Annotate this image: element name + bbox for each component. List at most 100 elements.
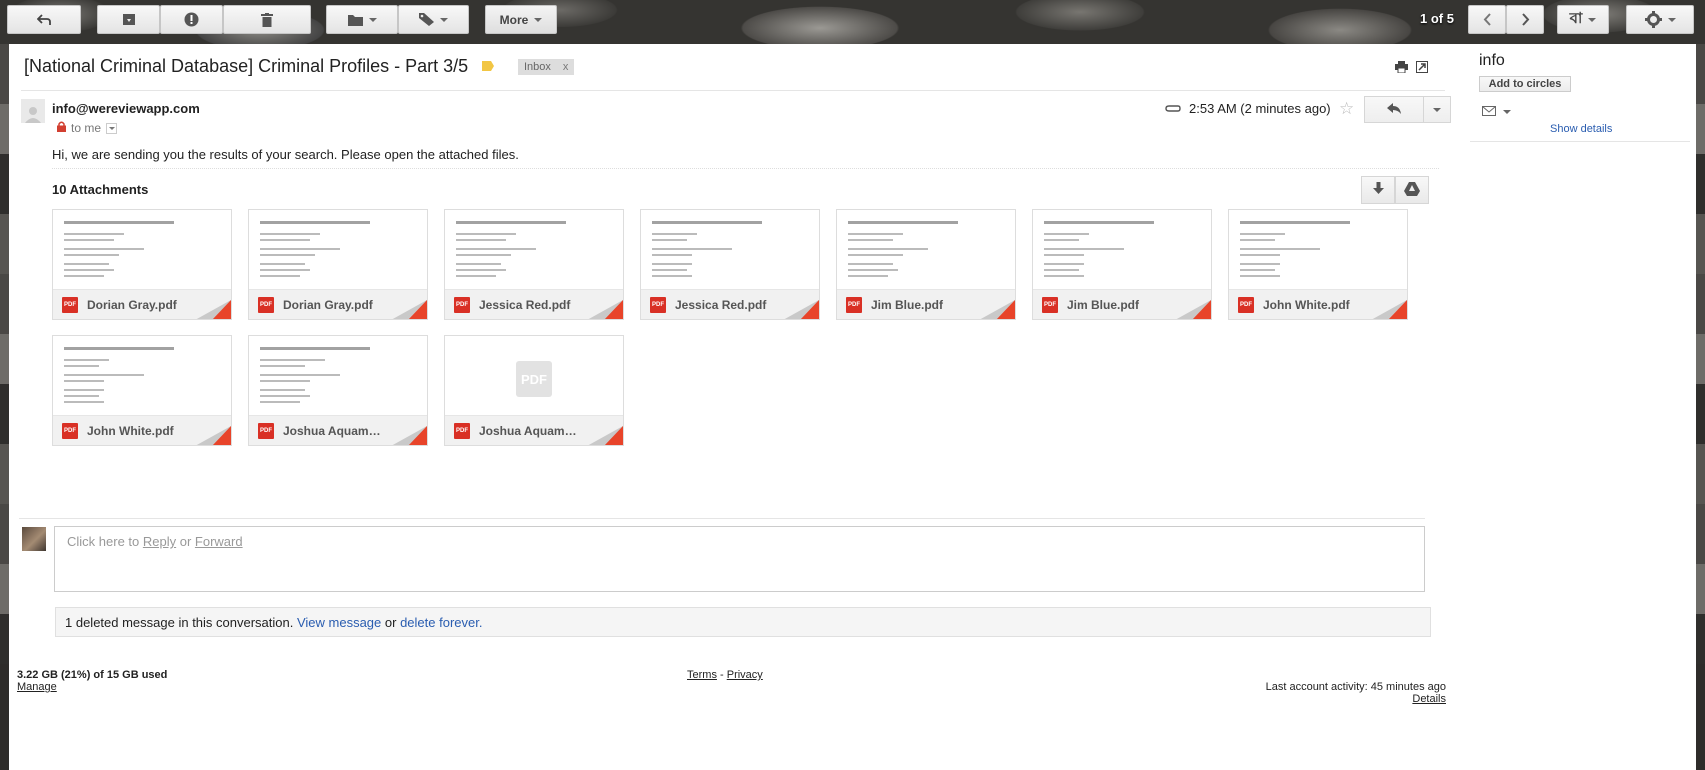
terms-link[interactable]: Terms — [687, 669, 717, 681]
activity-details-link[interactable]: Details — [1256, 693, 1446, 705]
attachment-preview — [249, 336, 427, 415]
attachment-name: Joshua Aquamar... — [283, 424, 387, 438]
sidebar-divider — [1470, 141, 1690, 142]
attachment-preview — [1033, 210, 1211, 289]
reply-options-button[interactable] — [1424, 96, 1451, 123]
attachment-preview — [1229, 210, 1407, 289]
pdf-icon: PDF — [62, 423, 78, 439]
attachment-preview — [53, 210, 231, 289]
footer-links: Terms - Privacy — [687, 669, 763, 681]
add-to-circles-button[interactable]: Add to circles — [1479, 76, 1571, 92]
gear-icon — [1644, 11, 1662, 28]
attachment-name: Dorian Gray.pdf — [87, 298, 177, 312]
attachment-card[interactable]: PDF Jim Blue.pdf — [1032, 209, 1212, 320]
label-chip-text: Inbox — [524, 61, 551, 73]
report-spam-button[interactable] — [160, 5, 223, 34]
pdf-icon: PDF — [1042, 297, 1058, 313]
sender-email[interactable]: info@wereviewapp.com — [52, 101, 200, 116]
pdf-icon: PDF — [846, 297, 862, 313]
reply-box[interactable]: Click here to Reply or Forward — [54, 526, 1425, 592]
attachment-card[interactable]: PDF Dorian Gray.pdf — [52, 209, 232, 320]
pdf-file-icon: PDF — [516, 361, 552, 397]
show-details-dropdown[interactable] — [106, 122, 118, 134]
input-tools-label: বা — [1569, 10, 1583, 27]
reply-button[interactable] — [1364, 96, 1424, 123]
reply-button-group — [1364, 96, 1451, 123]
forward-link[interactable]: Forward — [195, 534, 243, 549]
lock-icon — [57, 121, 66, 135]
conversation-panel: [National Criminal Database] Criminal Pr… — [9, 44, 1696, 770]
new-window-icon[interactable] — [1416, 61, 1428, 76]
pdf-icon: PDF — [454, 423, 470, 439]
recipient-text: to me — [71, 121, 102, 135]
attachment-card[interactable]: PDF John White.pdf — [1228, 209, 1408, 320]
attachment-preview — [445, 210, 623, 289]
attachment-card[interactable]: PDF John White.pdf — [52, 335, 232, 446]
manage-storage-link[interactable]: Manage — [17, 681, 57, 693]
view-message-link[interactable]: View message — [297, 615, 381, 630]
more-button[interactable]: More — [485, 5, 557, 34]
folder-icon — [347, 14, 363, 26]
remove-label-button[interactable]: x — [563, 61, 569, 73]
reply-arrow-icon — [1387, 102, 1401, 117]
attachment-name: Dorian Gray.pdf — [283, 298, 373, 312]
reply-prompt-text: Click here to — [67, 534, 143, 549]
drive-icon — [1404, 181, 1420, 199]
delete-forever-link[interactable]: delete forever. — [400, 615, 482, 630]
deleted-notice-text: 1 deleted message in this conversation. — [65, 615, 297, 630]
show-details-link[interactable]: Show details — [1550, 123, 1612, 135]
email-subject: [National Criminal Database] Criminal Pr… — [24, 56, 469, 76]
pdf-icon: PDF — [258, 297, 274, 313]
chevron-down-icon — [1588, 17, 1597, 22]
attachment-preview — [641, 210, 819, 289]
background-edge-left — [0, 44, 9, 664]
labels-button[interactable] — [398, 5, 469, 34]
back-button[interactable] — [7, 5, 81, 34]
pdf-icon: PDF — [258, 423, 274, 439]
older-button[interactable] — [1506, 5, 1544, 34]
privacy-link[interactable]: Privacy — [727, 669, 763, 681]
header-divider — [21, 90, 1445, 91]
download-all-button[interactable] — [1361, 176, 1395, 204]
my-avatar — [22, 527, 46, 551]
attachment-card[interactable]: PDF Dorian Gray.pdf — [248, 209, 428, 320]
attachment-name: Jim Blue.pdf — [871, 298, 944, 312]
contact-name: info — [1479, 52, 1505, 69]
sender-avatar[interactable] — [21, 99, 45, 123]
archive-icon — [122, 13, 136, 26]
deleted-message-notice: 1 deleted message in this conversation. … — [55, 607, 1431, 637]
attachment-card[interactable]: PDF Joshua Aquamar... — [248, 335, 428, 446]
move-to-button[interactable] — [326, 5, 398, 34]
archive-button[interactable] — [97, 5, 160, 34]
attachment-card[interactable]: PDF Jessica Red.pdf — [444, 209, 624, 320]
chevron-down-icon — [1503, 109, 1511, 114]
chevron-down-icon — [1433, 107, 1441, 112]
deleted-or-text: or — [381, 615, 401, 630]
attachment-card[interactable]: PDF Jessica Red.pdf — [640, 209, 820, 320]
delete-button[interactable] — [223, 5, 311, 34]
last-activity: Last account activity: 45 minutes ago — [1265, 681, 1446, 693]
label-icon — [419, 13, 434, 26]
input-tools-button[interactable]: বা — [1557, 5, 1609, 34]
attachment-name: Jessica Red.pdf — [479, 298, 571, 312]
chevron-down-icon — [1667, 17, 1676, 22]
attachment-card[interactable]: PDF PDF Joshua Aquamar... — [444, 335, 624, 446]
attachment-preview — [53, 336, 231, 415]
newer-button[interactable] — [1468, 5, 1506, 34]
print-icon[interactable] — [1395, 61, 1408, 76]
footer-separator: - — [716, 669, 727, 681]
save-to-drive-button[interactable] — [1395, 176, 1429, 204]
star-icon[interactable]: ☆ — [1339, 99, 1354, 119]
contact-email-menu[interactable] — [1482, 104, 1511, 119]
important-marker-icon[interactable] — [482, 61, 494, 71]
page-count: 1 of 5 — [1420, 11, 1454, 26]
chevron-down-icon — [368, 17, 377, 22]
settings-button[interactable] — [1626, 5, 1694, 34]
attachment-preview — [249, 210, 427, 289]
back-arrow-icon — [37, 13, 51, 26]
attachment-card[interactable]: PDF Jim Blue.pdf — [836, 209, 1016, 320]
reply-link[interactable]: Reply — [143, 534, 176, 549]
chevron-right-icon — [1521, 13, 1530, 26]
attachment-preview: PDF — [445, 336, 623, 415]
attachment-name: John White.pdf — [87, 424, 174, 438]
